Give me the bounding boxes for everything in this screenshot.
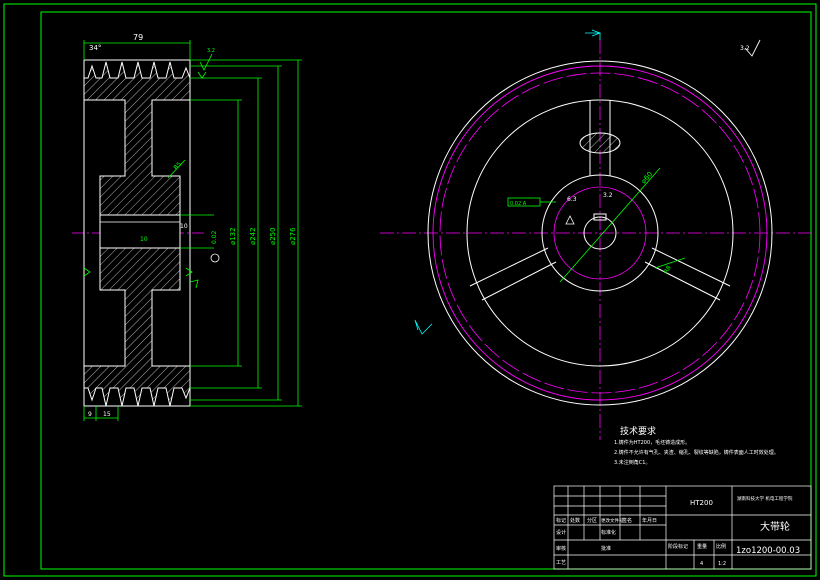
tech-req-item-3: 3.未注倒角C1。 [614, 459, 650, 466]
section-arrow-top [585, 29, 602, 40]
spoke-dim-label: R8 [663, 264, 673, 275]
section-lower-body [83, 247, 191, 407]
title-material: HT200 [690, 499, 713, 507]
title-drawing-no: 1zo1200-00.03 [736, 546, 800, 556]
front-roughness-symbol [565, 215, 575, 225]
section-arrow-bottom [414, 319, 433, 335]
width-dim-label: 79 [133, 33, 143, 42]
label-process: 工艺 [556, 560, 566, 566]
tech-req-title: 技术要求 [620, 425, 656, 437]
keyway-dim-label: 3.2 [603, 192, 613, 199]
corner-roughness-label: 3.2 [740, 45, 750, 52]
tolerance-frame-label: 0.02 A [510, 201, 527, 207]
section-view: 79 34° ⌀132 ⌀242 ⌀250 ⌀276 10 10 R5 0.02… [72, 33, 302, 421]
row-label-3: 更改文件号 [601, 517, 624, 524]
bore-gap [99, 214, 181, 249]
value-weight: 4 [700, 561, 703, 567]
cad-drawing: 79 34° ⌀132 ⌀242 ⌀250 ⌀276 10 10 R5 0.02… [3, 3, 817, 577]
bore-dim-label: ⌀60 [640, 170, 655, 185]
spoke-section [579, 132, 621, 154]
title-part-name: 大带轮 [760, 520, 790, 533]
bottom-dim-15: 15 [103, 411, 111, 418]
radius-label: R5 [172, 161, 183, 172]
label-approve: 批准 [601, 545, 611, 552]
label-review: 审核 [556, 545, 566, 552]
hub-dim-left: 10 [140, 236, 148, 243]
tech-req-item-2: 2.铸件不允许有气孔、夹渣、缩孔、裂纹等缺陷，铸件表面人工时效处理。 [614, 449, 779, 456]
roughness-label-1: 3.2 [207, 48, 215, 54]
row-label-5: 年月日 [642, 517, 657, 524]
front-view: ⌀60 3.2 R8 0.02 A 6.3 3.2 [380, 29, 815, 440]
diameter-dim-250: ⌀250 [269, 227, 277, 245]
diameter-dim-132: ⌀132 [229, 227, 237, 245]
row-label-4: 签名 [622, 517, 632, 524]
section-upper-body [83, 61, 191, 216]
bottom-dim-9: 9 [88, 411, 92, 418]
diameter-dim-276: ⌀276 [289, 227, 297, 245]
groove-angle-label: 34° [89, 44, 101, 52]
label-weight: 重量 [697, 543, 707, 550]
value-scale: 1:2 [718, 561, 726, 567]
small-dim-label: 6.3 [567, 196, 577, 203]
label-scale: 比例 [716, 543, 726, 550]
datum-circle [210, 253, 220, 263]
label-standard: 标准化 [601, 529, 616, 536]
row-label-0: 标记 [556, 517, 566, 524]
label-design: 设计 [556, 529, 566, 536]
hub-dim-right: 10 [180, 223, 188, 230]
row-label-2: 分区 [587, 517, 597, 524]
tech-requirements: 技术要求 1.铸件为HT200，毛坯铸造成形。 2.铸件不允许有气孔、夹渣、缩孔… [614, 425, 779, 466]
label-stage: 阶段标记 [668, 543, 688, 550]
section-tol-label: 0.02 [211, 230, 218, 244]
diameter-dim-242: ⌀242 [249, 227, 257, 245]
tech-req-item-1: 1.铸件为HT200，毛坯铸造成形。 [614, 439, 690, 446]
title-school: 湖南科技大学 机电工程学院 [737, 495, 793, 502]
row-label-1: 处数 [570, 517, 580, 524]
